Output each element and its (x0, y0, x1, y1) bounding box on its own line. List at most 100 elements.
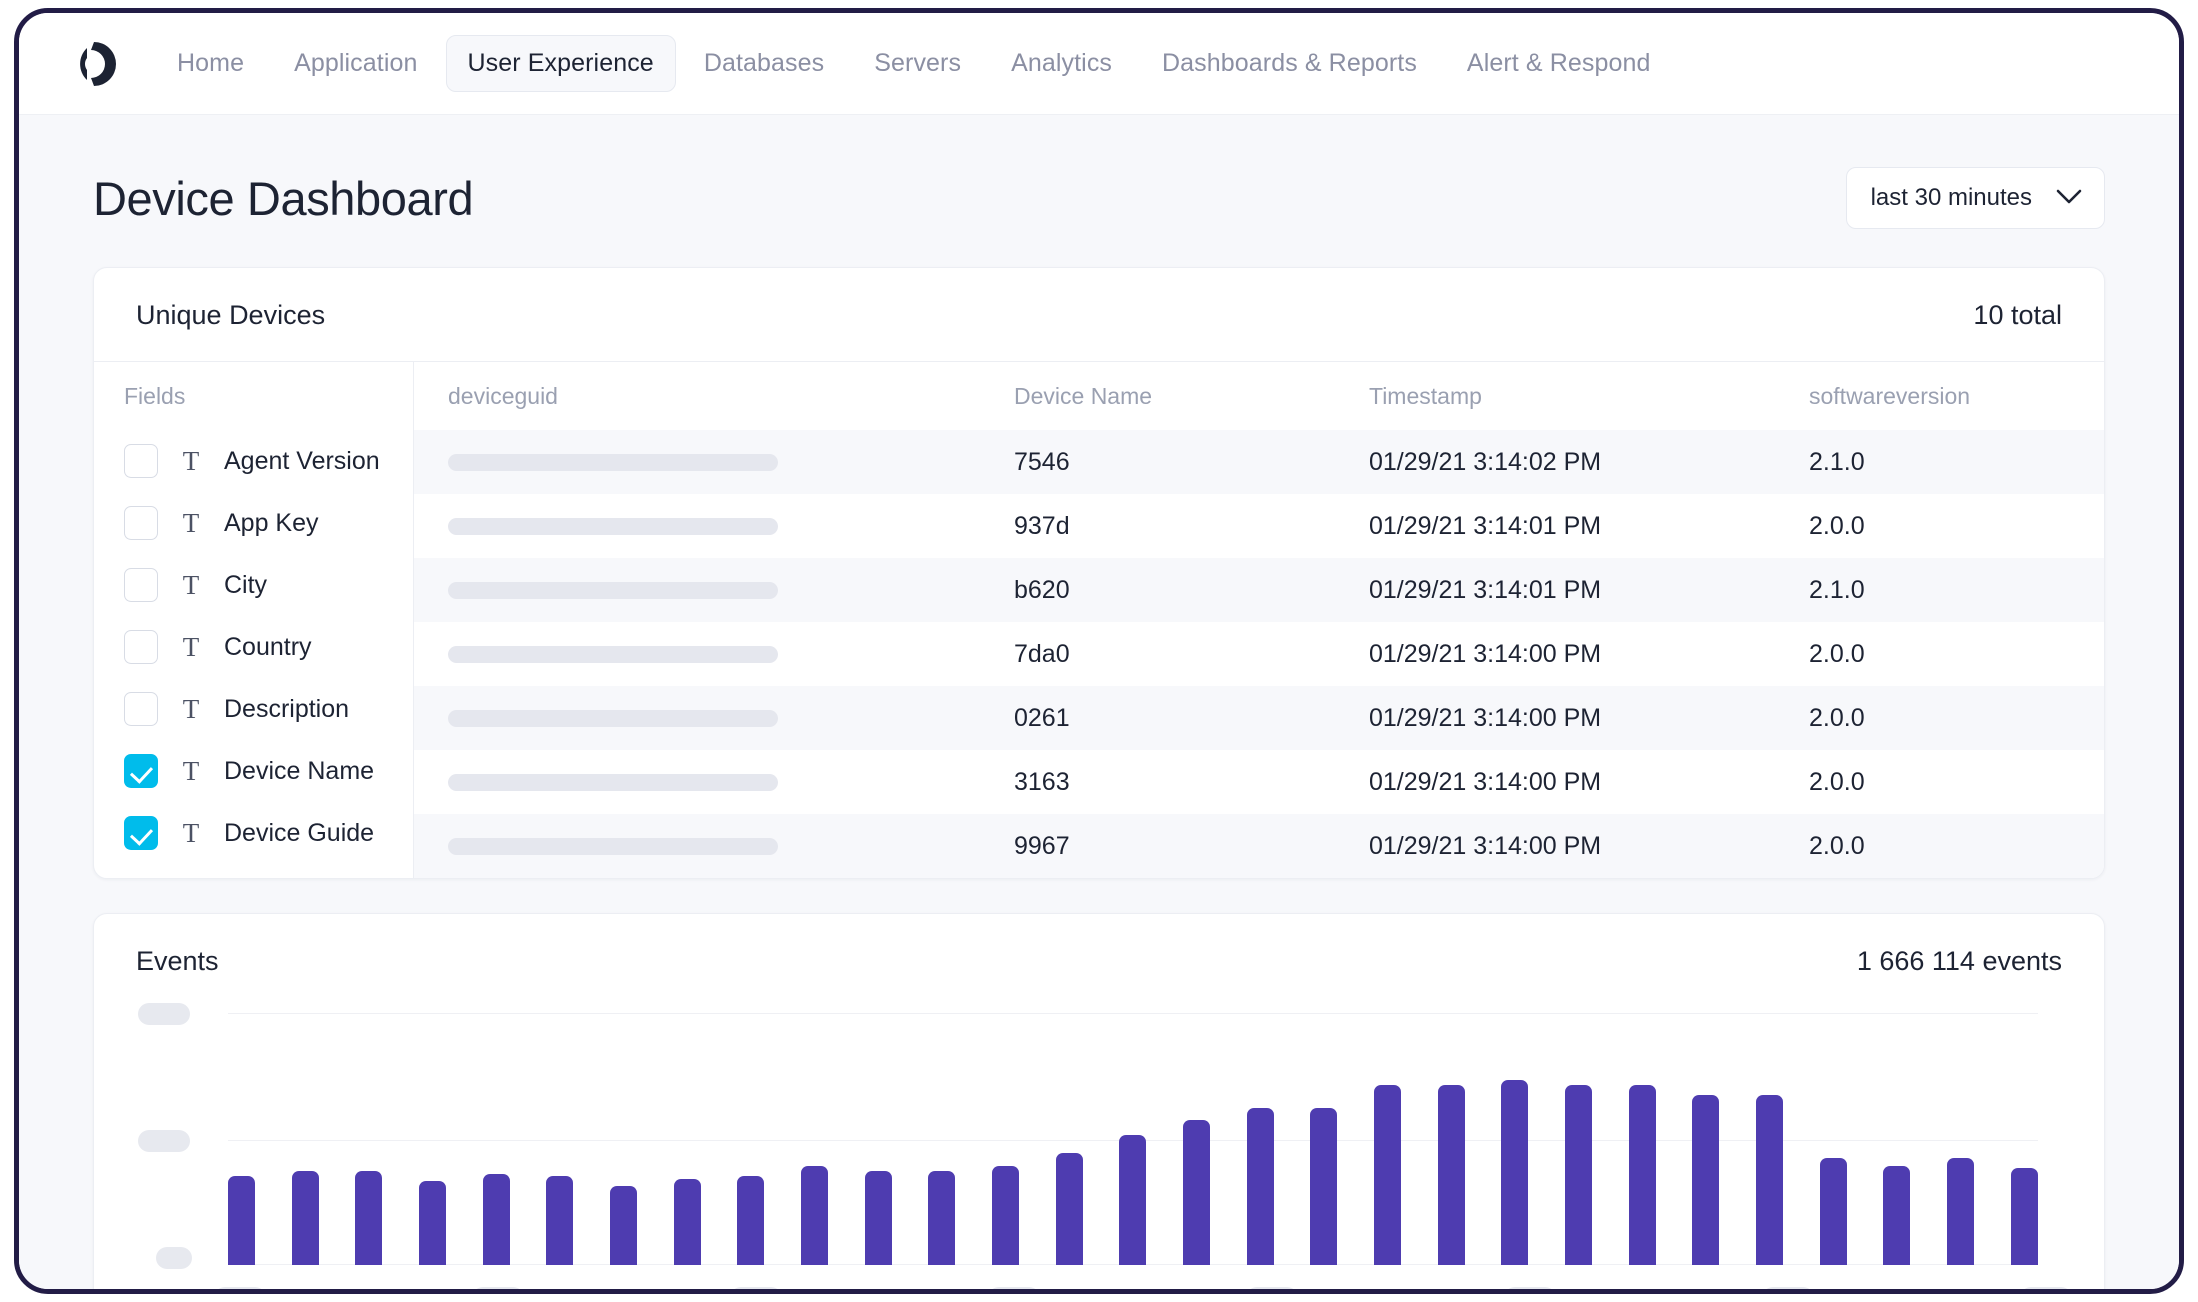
cell-softwareversion: 2.1.0 (1809, 447, 1865, 476)
bar[interactable] (419, 1181, 447, 1265)
checkbox-device-guide[interactable] (124, 816, 158, 850)
x-axis-tick-placeholder (1504, 1287, 1556, 1289)
checkbox-city[interactable] (124, 568, 158, 602)
text-field-type-icon: T (182, 631, 200, 662)
bar[interactable] (1119, 1135, 1147, 1265)
top-navigation-bar: Home Application User Experience Databas… (19, 13, 2179, 115)
bar[interactable] (1692, 1094, 1720, 1265)
cell-softwareversion: 2.0.0 (1809, 767, 1865, 796)
bar[interactable] (1565, 1084, 1593, 1265)
devices-table-header: deviceguid Device Name Timestamp softwar… (414, 362, 2104, 430)
cell-deviceguid (414, 645, 1014, 663)
bar[interactable] (1883, 1165, 1911, 1265)
table-row[interactable]: 0261 01/29/21 3:14:00 PM 2.0.0 (414, 686, 2104, 750)
table-row[interactable]: 7da0 01/29/21 3:14:00 PM 2.0.0 (414, 622, 2104, 686)
field-row-agent-version[interactable]: T Agent Version (94, 430, 413, 492)
cell-deviceguid (414, 709, 1014, 727)
column-header-deviceguid[interactable]: deviceguid (414, 383, 1014, 410)
nav-item-servers[interactable]: Servers (852, 35, 983, 92)
field-row-country[interactable]: T Country (94, 616, 413, 678)
field-label-agent-version: Agent Version (224, 446, 380, 475)
bar[interactable] (291, 1171, 319, 1265)
nav-item-analytics[interactable]: Analytics (989, 35, 1134, 92)
unique-devices-header: Unique Devices 10 total (94, 268, 2104, 361)
bar[interactable] (1947, 1158, 1975, 1265)
bar[interactable] (737, 1176, 765, 1265)
bar[interactable] (673, 1178, 701, 1265)
page-header: Device Dashboard last 30 minutes (79, 115, 2119, 267)
x-axis-tick-placeholder (1246, 1287, 1298, 1289)
bar[interactable] (801, 1165, 829, 1265)
column-header-device-name[interactable]: Device Name (1014, 383, 1369, 410)
field-row-device-name[interactable]: T Device Name (94, 740, 413, 802)
cell-timestamp: 01/29/21 3:14:00 PM (1369, 767, 1602, 796)
bar[interactable] (928, 1171, 956, 1265)
nav-item-alert-respond[interactable]: Alert & Respond (1445, 35, 1673, 92)
cell-device-name: 3163 (1014, 767, 1070, 796)
bar[interactable] (1819, 1158, 1847, 1265)
field-label-app-key: App Key (224, 508, 319, 537)
bar[interactable] (1310, 1107, 1338, 1265)
table-row[interactable]: 7546 01/29/21 3:14:02 PM 2.1.0 (414, 430, 2104, 494)
page-content: Device Dashboard last 30 minutes Unique … (19, 115, 2179, 1289)
nav-item-user-experience[interactable]: User Experience (445, 35, 676, 92)
cell-deviceguid (414, 517, 1014, 535)
bar[interactable] (1055, 1153, 1083, 1265)
nav-item-home[interactable]: Home (155, 35, 266, 92)
bar[interactable] (228, 1176, 255, 1265)
page-title: Device Dashboard (93, 171, 474, 225)
text-field-type-icon: T (182, 445, 200, 476)
table-row[interactable]: 9967 01/29/21 3:14:00 PM 2.0.0 (414, 814, 2104, 878)
field-row-description[interactable]: T Description (94, 678, 413, 740)
y-axis-tick-placeholder (156, 1247, 192, 1269)
cell-device-name: 9967 (1014, 831, 1070, 860)
unique-devices-total: 10 total (1973, 300, 2062, 330)
fields-header-label: Fields (124, 382, 186, 409)
column-header-softwareversion[interactable]: softwareversion (1809, 383, 2104, 410)
deviceguid-redacted-bar (448, 453, 778, 471)
bar[interactable] (610, 1186, 638, 1265)
nav-item-dashboards-reports[interactable]: Dashboards & Reports (1140, 35, 1439, 92)
bar[interactable] (1756, 1094, 1784, 1265)
checkbox-country[interactable] (124, 630, 158, 664)
unique-devices-title: Unique Devices (136, 300, 326, 330)
checkbox-app-key[interactable] (124, 506, 158, 540)
checkbox-device-name[interactable] (124, 754, 158, 788)
cell-deviceguid (414, 453, 1014, 471)
field-row-app-key[interactable]: T App Key (94, 492, 413, 554)
x-axis-tick-placeholder (1762, 1287, 1814, 1289)
text-field-type-icon: T (182, 569, 200, 600)
bar[interactable] (864, 1171, 892, 1265)
bar[interactable] (546, 1176, 574, 1265)
bar[interactable] (1183, 1120, 1211, 1265)
field-row-city[interactable]: T City (94, 554, 413, 616)
cell-timestamp: 01/29/21 3:14:00 PM (1369, 703, 1602, 732)
bar[interactable] (992, 1165, 1020, 1265)
cell-device-name: 7546 (1014, 447, 1070, 476)
bar[interactable] (1246, 1107, 1274, 1265)
cell-timestamp: 01/29/21 3:14:01 PM (1369, 511, 1602, 540)
bar[interactable] (2010, 1168, 2038, 1265)
nav-item-databases[interactable]: Databases (682, 35, 846, 92)
bar[interactable] (355, 1171, 383, 1265)
nav-item-application[interactable]: Application (272, 35, 439, 92)
table-row[interactable]: b620 01/29/21 3:14:01 PM 2.1.0 (414, 558, 2104, 622)
appdynamics-logo-icon[interactable] (65, 38, 117, 90)
checkbox-description[interactable] (124, 692, 158, 726)
bar[interactable] (1501, 1079, 1529, 1265)
nav-item-list: Home Application User Experience Databas… (155, 35, 1672, 92)
column-header-timestamp[interactable]: Timestamp (1369, 383, 1809, 410)
bar[interactable] (1628, 1084, 1656, 1265)
x-axis-tick-placeholder (2020, 1287, 2072, 1289)
checkbox-agent-version[interactable] (124, 444, 158, 478)
bar[interactable] (1374, 1084, 1402, 1265)
bar[interactable] (482, 1173, 510, 1265)
events-total: 1 666 114 events (1856, 946, 2062, 976)
x-axis-tick-placeholder (472, 1287, 524, 1289)
table-row[interactable]: 3163 01/29/21 3:14:00 PM 2.0.0 (414, 750, 2104, 814)
bar[interactable] (1437, 1084, 1465, 1265)
table-row[interactable]: 937d 01/29/21 3:14:01 PM 2.0.0 (414, 494, 2104, 558)
cell-device-name: 7da0 (1014, 639, 1070, 668)
field-row-device-guide[interactable]: T Device Guide (94, 802, 413, 864)
time-range-dropdown[interactable]: last 30 minutes (1845, 167, 2105, 229)
